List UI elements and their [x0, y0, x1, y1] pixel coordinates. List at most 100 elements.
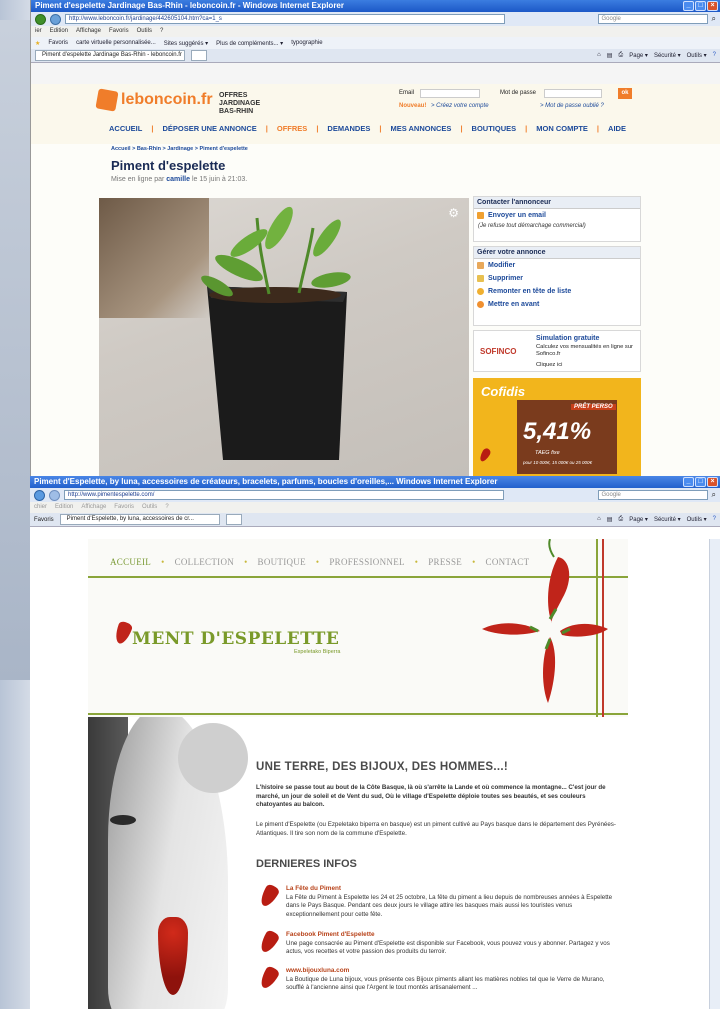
tools-menu[interactable]: Outils ▾ [687, 516, 707, 523]
fav-link-sites[interactable]: Sites suggérés ▾ [164, 40, 208, 47]
forward-icon[interactable] [50, 13, 61, 25]
pret-perso: PRÊT PERSO [571, 404, 616, 410]
menu-file[interactable]: ier [35, 28, 42, 35]
news-item-title[interactable]: La Fête du Piment [286, 885, 622, 894]
arrow-up-icon [477, 288, 484, 295]
nav-mon-compte[interactable]: MON COMPTE [536, 124, 588, 133]
feeds-icon[interactable]: ▤ [607, 52, 613, 59]
posted-user-link[interactable]: camille [166, 176, 190, 183]
back-icon[interactable] [35, 13, 46, 25]
menu-edit[interactable]: Edition [50, 28, 68, 35]
back-icon[interactable] [34, 489, 45, 501]
menu-tools[interactable]: Outils [142, 504, 157, 511]
leboncoin-logo[interactable]: leboncoin.fr [95, 88, 213, 112]
page-menu[interactable]: Page ▾ [629, 52, 648, 59]
home-icon[interactable]: ⌂ [597, 52, 601, 59]
minimize-button[interactable]: _ [683, 477, 694, 487]
maximize-button[interactable]: □ [695, 1, 706, 11]
menu-view[interactable]: Affichage [81, 504, 106, 511]
nav-offres[interactable]: OFFRES [277, 124, 307, 133]
bump-label: Remonter en tête de liste [488, 288, 572, 295]
nav-boutique[interactable]: BOUTIQUE [258, 557, 306, 567]
security-menu[interactable]: Sécurité ▾ [654, 52, 681, 59]
fav-link-typographie[interactable]: typographie [291, 40, 322, 46]
feeds-icon[interactable]: ▤ [607, 516, 613, 523]
nav-aide[interactable]: AIDE [608, 124, 626, 133]
nav-collection[interactable]: COLLECTION [175, 557, 235, 567]
nav-deposer[interactable]: DÉPOSER UNE ANNONCE [162, 124, 256, 133]
email-field[interactable] [420, 89, 480, 98]
tab-piment[interactable]: Piment d'Espelette, by luna, accessoires… [59, 514, 220, 525]
login-ok-button[interactable]: ok [618, 88, 632, 99]
favorites-button[interactable]: Favoris [48, 40, 68, 46]
new-tab-button[interactable] [191, 50, 207, 61]
address-bar: http://www.pimentespelette.com/ Google ⌕ [30, 488, 720, 502]
url-input[interactable]: http://www.pimentespelette.com/ [64, 490, 504, 500]
offer-line: JARDINAGE [219, 100, 261, 107]
menu-file[interactable]: chier [34, 504, 47, 511]
news-item-title[interactable]: www.bijouxluna.com [286, 967, 622, 976]
security-menu[interactable]: Sécurité ▾ [654, 516, 681, 523]
ad-photo[interactable]: ⚙ [99, 198, 469, 476]
forward-icon[interactable] [49, 489, 60, 501]
fav-link-complements[interactable]: Plus de compléments... ▾ [216, 40, 283, 47]
nav-demandes[interactable]: DEMANDES [327, 124, 370, 133]
vertical-scrollbar[interactable] [709, 539, 720, 1009]
zoom-icon[interactable]: ⚙ [448, 206, 459, 220]
menu-help[interactable]: ? [165, 504, 168, 511]
fav-link-carte[interactable]: carte virtuelle personnalisée... [76, 40, 156, 46]
sofinco-ad[interactable]: SOFINCO Simulation gratuite Calculez vos… [473, 330, 641, 372]
help-icon[interactable]: ? [713, 516, 716, 523]
news-item-text: Une page consacrée au Piment d'Espelette… [286, 939, 610, 956]
print-icon[interactable]: ⎙ [618, 52, 623, 59]
news-item-title[interactable]: Facebook Piment d'Espelette [286, 931, 622, 940]
bump-link[interactable]: Remonter en tête de liste [474, 285, 640, 298]
password-field[interactable] [544, 89, 602, 98]
minimize-button[interactable]: _ [683, 1, 694, 11]
search-icon[interactable]: ⌕ [712, 490, 716, 500]
nav-boutiques[interactable]: BOUTIQUES [472, 124, 517, 133]
help-icon[interactable]: ? [713, 52, 716, 59]
delete-link[interactable]: Supprimer [474, 272, 640, 285]
news-section-title: DERNIERES INFOS [256, 858, 357, 870]
menu-favorites[interactable]: Favoris [109, 28, 129, 35]
close-button[interactable]: × [707, 477, 718, 487]
breadcrumb[interactable]: Accueil > Bas-Rhin > Jardinage > Piment … [111, 146, 248, 152]
login-box: Email Mot de passe ok Nouveau! > Créez v… [396, 88, 636, 114]
new-tab-button[interactable] [225, 514, 242, 525]
menu-help[interactable]: ? [160, 28, 163, 35]
favorites-button[interactable]: Favoris [34, 517, 54, 523]
page-menu[interactable]: Page ▾ [629, 516, 648, 523]
menu-tools[interactable]: Outils [137, 28, 152, 35]
page-headline: UNE TERRE, DES BIJOUX, DES HOMMES...! [256, 761, 508, 773]
nav-accueil[interactable]: ACCUEIL [109, 124, 142, 133]
url-input[interactable]: http://www.leboncoin.fr/jardinage/442605… [65, 14, 505, 24]
intro-text: L'histoire se passe tout au bout de la C… [256, 784, 606, 809]
menu-edit[interactable]: Edition [55, 504, 73, 511]
close-button[interactable]: × [707, 1, 718, 11]
nav-mes-annonces[interactable]: MES ANNONCES [390, 124, 451, 133]
new-badge: Nouveau! [399, 103, 427, 109]
highlight-link[interactable]: Mettre en avant [474, 298, 640, 311]
send-email-link[interactable]: Envoyer un email [474, 209, 640, 222]
forgot-password-link[interactable]: > Mot de passe oublié ? [540, 103, 604, 109]
search-input[interactable]: Google [597, 14, 708, 24]
search-input[interactable]: Google [597, 490, 708, 500]
cofidis-ad[interactable]: Cofidis PRÊT PERSO 5,41% TAEG fixe pour … [473, 378, 641, 476]
tab-leboncoin[interactable]: Piment d'espelette Jardinage Bas-Rhin - … [35, 50, 185, 61]
create-account-link[interactable]: > Créez votre compte [431, 103, 489, 109]
star-icon[interactable]: ★ [35, 40, 40, 47]
maximize-button[interactable]: □ [695, 477, 706, 487]
menu-view[interactable]: Affichage [76, 28, 101, 35]
sim-click: Cliquez ici [536, 362, 563, 368]
home-icon[interactable]: ⌂ [597, 516, 601, 523]
search-icon[interactable]: ⌕ [712, 14, 716, 24]
print-icon[interactable]: ⎙ [618, 516, 623, 523]
tools-menu[interactable]: Outils ▾ [687, 52, 707, 59]
site-logo[interactable]: MENT D'ESPELETTE [112, 620, 339, 649]
nav-accueil[interactable]: ACCUEIL [110, 557, 151, 567]
modify-link[interactable]: Modifier [474, 259, 640, 272]
menu-favorites[interactable]: Favoris [114, 504, 134, 511]
nav-professionnel[interactable]: PROFESSIONNEL [329, 557, 404, 567]
leboncoin-main-nav: ACCUEIL | DÉPOSER UNE ANNONCE | OFFRES | DE… [109, 124, 626, 133]
